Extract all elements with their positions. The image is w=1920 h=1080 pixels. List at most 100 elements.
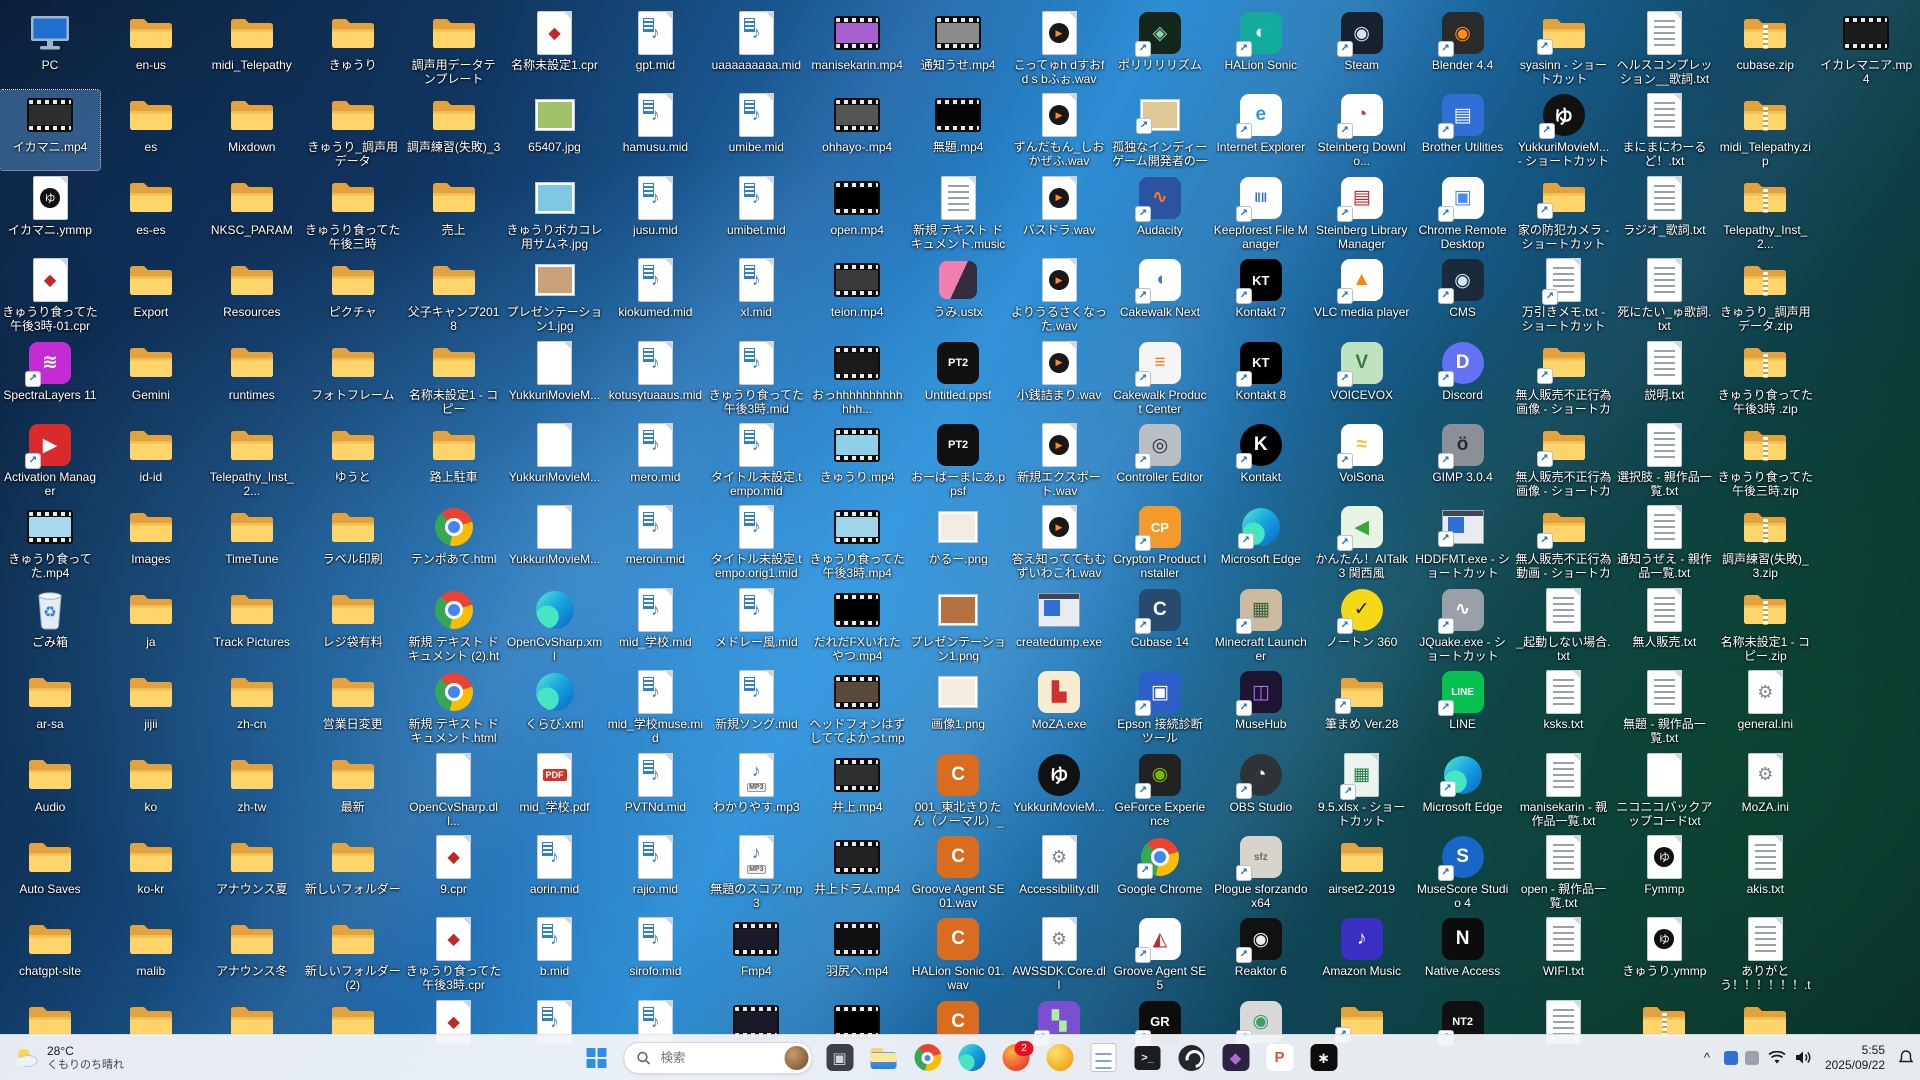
desktop-icon[interactable]: 死にたい_ゅ歌詞.txt: [1614, 255, 1714, 335]
desktop-icon[interactable]: WIFI.txt: [1514, 914, 1614, 994]
desktop-icon[interactable]: PT2Untitled.ppsf: [908, 338, 1008, 418]
desktop-icon[interactable]: KT↗Kontakt 7: [1211, 255, 1311, 335]
desktop-icon[interactable]: jijii: [101, 667, 201, 747]
desktop-icon[interactable]: きゅうり: [303, 8, 403, 88]
desktop-icon[interactable]: ↗家の防犯カメラ - ショートカット: [1514, 173, 1614, 253]
desktop-icon[interactable]: es-es: [101, 173, 201, 253]
desktop-icon[interactable]: _起動しない場合.txt: [1514, 585, 1614, 665]
desktop-icon[interactable]: ‖‖↗Keepforest File Manager: [1211, 173, 1311, 253]
desktop-icon[interactable]: Fmp4: [706, 914, 806, 994]
desktop-icon[interactable]: YukkuriMovieM...: [505, 338, 605, 418]
taskbar-app-window-app[interactable]: ▣: [820, 1039, 860, 1077]
desktop-icon[interactable]: きゅうり食ってた午後3時 .zip: [1715, 338, 1815, 418]
desktop-icon[interactable]: ♪xl.mid: [706, 255, 806, 335]
desktop-icon[interactable]: PDFmid_学校.pdf: [505, 750, 605, 830]
desktop-icon[interactable]: e↗Internet Explorer: [1211, 90, 1311, 170]
desktop-icon[interactable]: akis.txt: [1715, 832, 1815, 912]
desktop-icon[interactable]: ◉↗CMS: [1413, 255, 1513, 335]
desktop-icon[interactable]: ゆYukkuriMovieM...: [1009, 750, 1109, 830]
desktop-icon[interactable]: きゅうり.mp4: [807, 420, 907, 500]
desktop-icon[interactable]: Track Pictures: [202, 585, 302, 665]
desktop-icon[interactable]: ≡↗Cakewalk Product Center: [1110, 338, 1210, 418]
desktop-icon[interactable]: ♪Amazon Music: [1312, 914, 1412, 994]
desktop-icon[interactable]: ♪新規ソング.mid: [706, 667, 806, 747]
desktop-icon[interactable]: ◆きゅうり食ってた午後3時-01.cpr: [0, 255, 100, 335]
desktop-icon[interactable]: きゅうり食ってた午後三時: [303, 173, 403, 253]
desktop-icon[interactable]: ↗Google Chrome: [1110, 832, 1210, 912]
desktop-icon[interactable]: manisekarin - 親作品一覧.txt: [1514, 750, 1614, 830]
desktop-icon[interactable]: 選択肢 - 親作品一覧.txt: [1614, 420, 1714, 500]
desktop-icon[interactable]: ♪umibet.mid: [706, 173, 806, 253]
desktop-icon[interactable]: ▶小銭詰まり.wav: [1009, 338, 1109, 418]
desktop-icon[interactable]: プレゼンテーション1.png: [908, 585, 1008, 665]
desktop-icon[interactable]: うみ.ustx: [908, 255, 1008, 335]
desktop-icon[interactable]: 調声練習(失敗)_3: [404, 90, 504, 170]
desktop-icon[interactable]: Export: [101, 255, 201, 335]
desktop-icon[interactable]: OpenCvSharp.dll...: [404, 750, 504, 830]
desktop-icon[interactable]: sfz↗Plogue sforzando x64: [1211, 832, 1311, 912]
clock[interactable]: 5:55 2025/09/22: [1821, 1041, 1889, 1075]
desktop-icon[interactable]: きゅうり_調声用データ.zip: [1715, 255, 1815, 335]
desktop-icon[interactable]: アナウンス夏: [202, 832, 302, 912]
desktop-icon[interactable]: ♪MP3無題のスコア.mp3: [706, 832, 806, 912]
taskbar-app-notepad[interactable]: [1084, 1039, 1124, 1077]
desktop-icon[interactable]: YukkuriMovieM...: [505, 502, 605, 582]
desktop-icon[interactable]: ⚙general.ini: [1715, 667, 1815, 747]
desktop-icon[interactable]: ゆイカマニ.ymmp: [0, 173, 100, 253]
desktop-icon[interactable]: ♪kiokumed.mid: [605, 255, 705, 335]
desktop-icon[interactable]: ラベル印刷: [303, 502, 403, 582]
desktop-icon[interactable]: イカレマニア.mp4: [1816, 8, 1916, 88]
desktop-icon[interactable]: ◔↗OBS Studio: [1211, 750, 1311, 830]
desktop-icon[interactable]: きゅうり食ってた午後3時.mp4: [807, 502, 907, 582]
desktop-icon[interactable]: ▦↗9.5.xlsx - ショートカット: [1312, 750, 1412, 830]
desktop-icon[interactable]: ▙MoZA.exe: [1009, 667, 1109, 747]
desktop-icon[interactable]: C↗Cubase 14: [1110, 585, 1210, 665]
desktop-icon[interactable]: Mixdown: [202, 90, 302, 170]
desktop-icon[interactable]: ♪meroin.mid: [605, 502, 705, 582]
desktop-icon[interactable]: D↗Discord: [1413, 338, 1513, 418]
desktop-icon[interactable]: ↗孤独なインディーゲーム開発者の一生 ...: [1110, 90, 1210, 170]
desktop-icon[interactable]: KT↗Kontakt 8: [1211, 338, 1311, 418]
desktop-icon[interactable]: ゆうと: [303, 420, 403, 500]
desktop-icon[interactable]: ö↗GIMP 3.0.4: [1413, 420, 1513, 500]
desktop-icon[interactable]: ♪aorin.mid: [505, 832, 605, 912]
desktop-icon[interactable]: 井上.mp4: [807, 750, 907, 830]
desktop-icon[interactable]: くらび.xml: [505, 667, 605, 747]
desktop-icon[interactable]: ▦↗Minecraft Launcher: [1211, 585, 1311, 665]
desktop-icon[interactable]: ラジオ_歌詞.txt: [1614, 173, 1714, 253]
desktop-icon[interactable]: cubase.zip: [1715, 8, 1815, 88]
desktop-icon[interactable]: ∿↗JQuake.exe - ショートカット: [1413, 585, 1513, 665]
desktop-icon[interactable]: アナウンス冬: [202, 914, 302, 994]
desktop-icon[interactable]: 路上駐車: [404, 420, 504, 500]
tray-app-icon-2[interactable]: [1745, 1051, 1759, 1065]
desktop-icon[interactable]: ⚙MoZA.ini: [1715, 750, 1815, 830]
desktop-icon[interactable]: ▲↗VLC media player: [1312, 255, 1412, 335]
desktop-icon[interactable]: ∿↗Audacity: [1110, 173, 1210, 253]
desktop-icon[interactable]: ko: [101, 750, 201, 830]
desktop-icon[interactable]: open - 親作品一覧.txt: [1514, 832, 1614, 912]
taskbar-app-media-app[interactable]: ◆: [1216, 1039, 1256, 1077]
desktop-icon[interactable]: S↗MuseScore Studio 4: [1413, 832, 1513, 912]
desktop-icon[interactable]: manisekarin.mp4: [807, 8, 907, 88]
desktop-icon[interactable]: ◀↗かんたん！AITalk 3 関西風: [1312, 502, 1412, 582]
desktop-icon[interactable]: 新規 テキスト ドキュメント.musicxml: [908, 173, 1008, 253]
desktop-icon[interactable]: ♪きゅうり食ってた午後3時.mid: [706, 338, 806, 418]
desktop-icon[interactable]: ✓↗ノートン 360: [1312, 585, 1412, 665]
desktop-icon[interactable]: レジ袋有料: [303, 585, 403, 665]
desktop-icon[interactable]: Telepathy_Inst_2...: [202, 420, 302, 500]
desktop-icon[interactable]: ▤↗Brother Utilities: [1413, 90, 1513, 170]
desktop-icon[interactable]: Images: [101, 502, 201, 582]
search-box[interactable]: [624, 1042, 813, 1074]
desktop-icon[interactable]: きゅうり食ってた午後三時.zip: [1715, 420, 1815, 500]
desktop-icon[interactable]: TimeTune: [202, 502, 302, 582]
desktop-icon[interactable]: OpenCvSharp.xml: [505, 585, 605, 665]
desktop-icon[interactable]: ◭↗Groove Agent SE 5: [1110, 914, 1210, 994]
desktop-icon[interactable]: ◔↗Steinberg Downlo...: [1312, 90, 1412, 170]
taskbar-app-terminal[interactable]: >_: [1128, 1039, 1168, 1077]
desktop-icon[interactable]: ◉↗GeForce Experience: [1110, 750, 1210, 830]
desktop-icon[interactable]: ♪mero.mid: [605, 420, 705, 500]
desktop-icon[interactable]: K↗Kontakt: [1211, 420, 1311, 500]
desktop-icon[interactable]: イカマニ.mp4: [0, 90, 100, 170]
desktop-icon[interactable]: ▶↗Activation Manager: [0, 420, 100, 500]
desktop-icon[interactable]: ◆きゅうり食ってた午後3時.cpr: [404, 914, 504, 994]
